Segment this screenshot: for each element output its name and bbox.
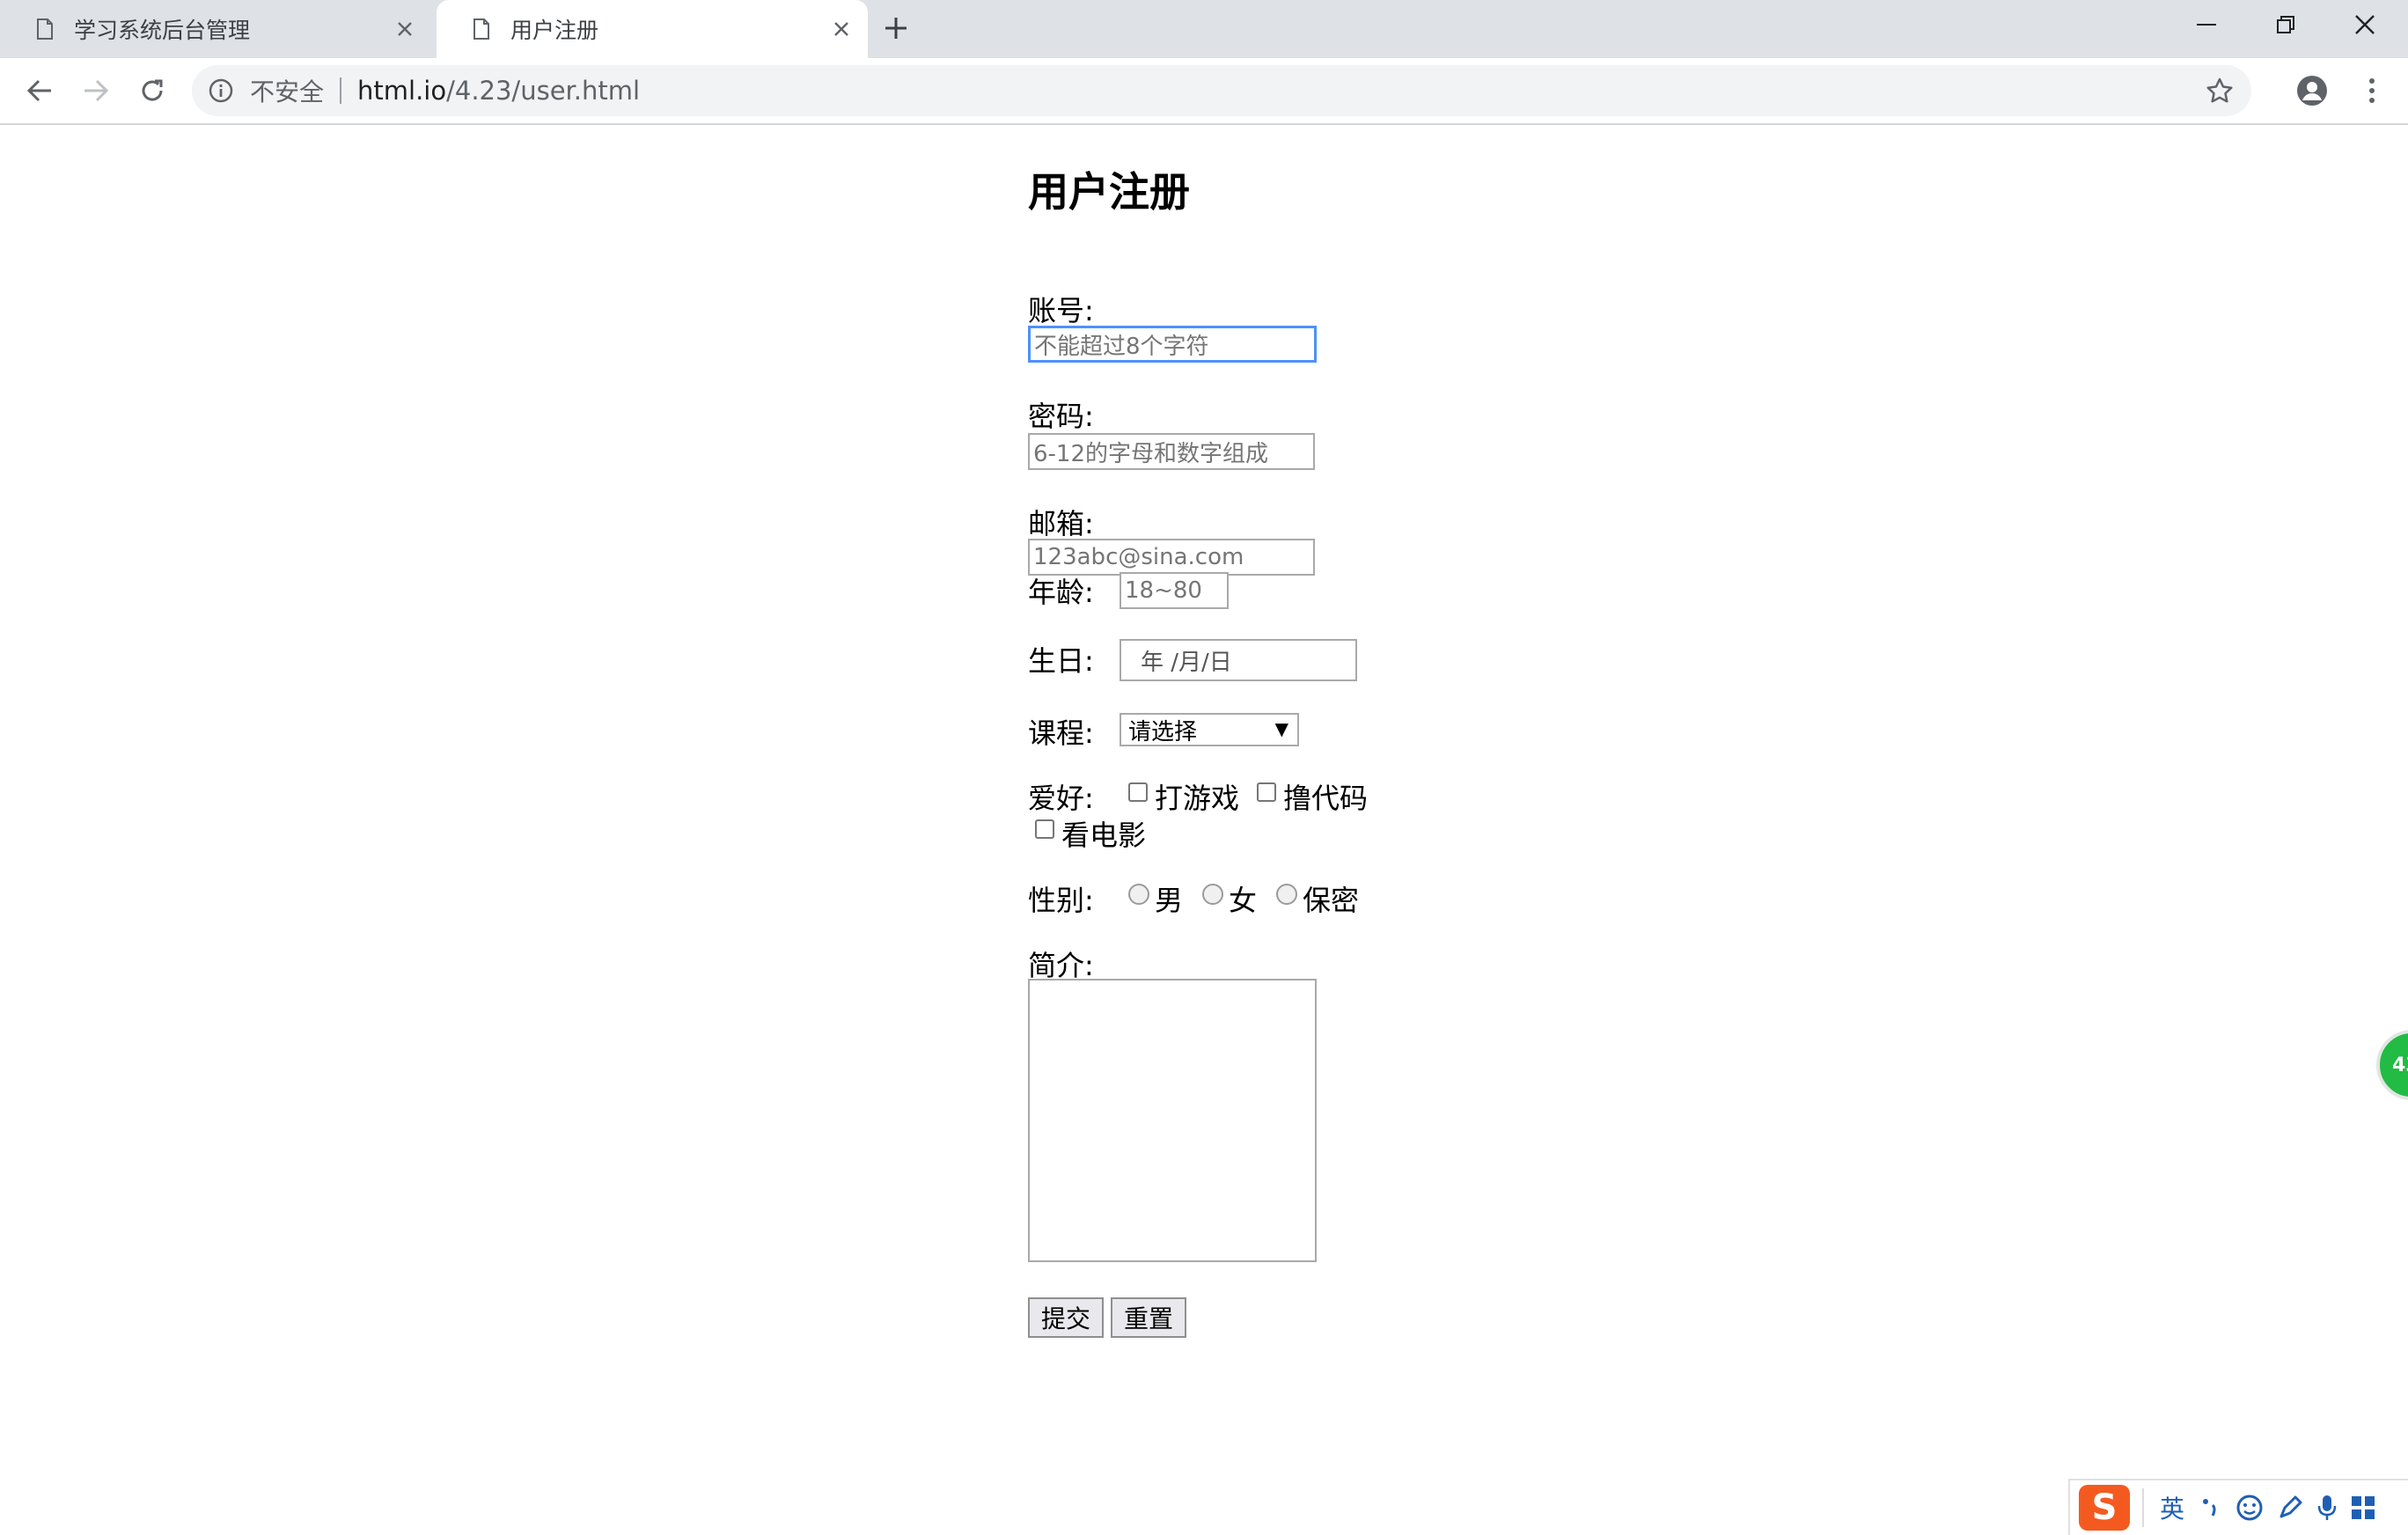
hobby-checkbox-code[interactable]	[1257, 782, 1276, 802]
close-icon[interactable]	[387, 11, 422, 47]
grid-icon[interactable]	[2350, 1495, 2376, 1521]
punctuation-icon[interactable]	[2200, 1496, 2220, 1519]
hobby-checkbox-games[interactable]	[1128, 782, 1148, 802]
hobby-option-code: 撸代码	[1283, 782, 1369, 815]
new-tab-button[interactable]	[878, 11, 914, 46]
password-label: 密码:	[1028, 400, 1094, 433]
emoji-icon[interactable]	[2235, 1494, 2264, 1522]
tab-strip: 学习系统后台管理 用户注册	[0, 0, 2408, 58]
browser-toolbar: 不安全 html.io/4.23/user.html	[0, 58, 2408, 125]
ime-mode-toggle[interactable]: 英	[2160, 1490, 2184, 1525]
gender-radio-female[interactable]	[1202, 884, 1223, 905]
course-selected: 请选择	[1128, 718, 1198, 745]
gender-radio-male[interactable]	[1128, 884, 1149, 905]
hobby-option-games: 打游戏	[1155, 782, 1240, 815]
security-label: 不安全	[250, 77, 325, 106]
gender-option-secret: 保密	[1303, 884, 1360, 917]
microphone-icon[interactable]	[2316, 1494, 2338, 1522]
url-path: /4.23/user.html	[446, 76, 641, 106]
account-label: 账号:	[1028, 294, 1094, 327]
forward-button[interactable]	[76, 70, 116, 111]
email-label: 邮箱:	[1028, 507, 1094, 540]
tab-register[interactable]: 用户注册	[437, 0, 868, 58]
menu-icon[interactable]	[2352, 70, 2392, 111]
gender-label: 性别:	[1028, 884, 1094, 917]
divider	[340, 77, 342, 104]
address-bar[interactable]: 不安全 html.io/4.23/user.html	[192, 65, 2251, 116]
dropdown-arrow-icon: ▼	[1274, 718, 1288, 739]
info-icon[interactable]	[208, 77, 234, 104]
account-input[interactable]: 不能超过8个字符	[1028, 326, 1317, 363]
age-input[interactable]: 18~80	[1120, 572, 1229, 609]
reset-button[interactable]: 重置	[1111, 1297, 1186, 1338]
password-input[interactable]: 6-12的字母和数字组成	[1028, 433, 1315, 470]
tab-admin[interactable]: 学习系统后台管理	[0, 0, 431, 58]
star-icon[interactable]	[2206, 77, 2234, 105]
url-host: html.io	[357, 76, 447, 106]
gender-option-male: 男	[1155, 884, 1184, 917]
ime-toolbar: S 英	[2068, 1479, 2408, 1535]
course-select[interactable]: 请选择 ▼	[1120, 713, 1299, 746]
close-icon[interactable]	[824, 11, 859, 47]
gender-option-female: 女	[1229, 884, 1258, 917]
page-title: 用户注册	[1028, 168, 1190, 216]
hobby-option-movies: 看电影	[1061, 819, 1147, 852]
back-button[interactable]	[19, 70, 60, 111]
birthday-label: 生日:	[1028, 644, 1094, 678]
tab-title: 用户注册	[510, 18, 599, 43]
tab-title: 学习系统后台管理	[74, 18, 251, 43]
minimize-button[interactable]	[2167, 0, 2246, 49]
account-icon[interactable]	[2292, 70, 2332, 111]
hobby-checkbox-movies[interactable]	[1035, 819, 1054, 839]
hobby-label: 爱好:	[1028, 782, 1094, 815]
intro-textarea[interactable]	[1028, 979, 1317, 1262]
arrow-left-icon	[26, 79, 51, 102]
reload-icon	[142, 79, 163, 101]
plus-icon	[885, 18, 907, 39]
arrow-right-icon	[84, 79, 109, 102]
document-icon	[37, 18, 53, 40]
age-label: 年龄:	[1028, 576, 1094, 609]
birthday-input[interactable]: 年 /月/日	[1120, 639, 1357, 681]
reload-button[interactable]	[132, 70, 173, 111]
page-content: 用户注册 账号: 不能超过8个字符 密码: 6-12的字母和数字组成 邮箱: 1…	[0, 125, 2408, 1535]
restore-button[interactable]	[2246, 0, 2325, 49]
document-icon	[474, 18, 489, 40]
sogou-logo-icon[interactable]: S	[2079, 1485, 2130, 1531]
course-label: 课程:	[1028, 716, 1094, 750]
pen-icon[interactable]	[2276, 1494, 2304, 1522]
submit-button[interactable]: 提交	[1028, 1297, 1104, 1338]
gender-radio-secret[interactable]	[1276, 884, 1297, 905]
divider	[2142, 1488, 2144, 1527]
close-window-button[interactable]	[2325, 0, 2404, 49]
